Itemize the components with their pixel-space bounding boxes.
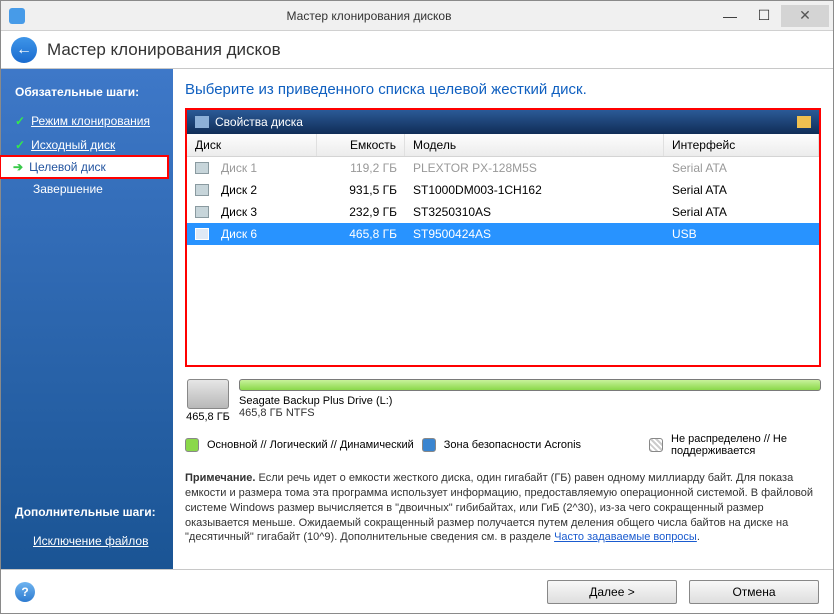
cell-disk: Диск 2 — [213, 181, 317, 199]
note-icon[interactable] — [797, 116, 811, 128]
cell-capacity: 465,8 ГБ — [317, 225, 405, 243]
window-title: Мастер клонирования дисков — [25, 9, 713, 23]
cell-model: ST9500424AS — [405, 225, 664, 243]
col-capacity[interactable]: Емкость — [317, 134, 405, 156]
cancel-button[interactable]: Отмена — [689, 580, 819, 604]
cell-interface: USB — [664, 225, 819, 243]
table-row-selected[interactable]: Диск 6 465,8 ГБ ST9500424AS USB — [187, 223, 819, 245]
header: ← Мастер клонирования дисков — [1, 31, 833, 69]
cell-capacity: 119,2 ГБ — [317, 159, 405, 177]
sidebar-item-label: Исходный диск — [31, 138, 115, 152]
cell-model: PLEXTOR PX-128M5S — [405, 159, 664, 177]
page-title: Мастер клонирования дисков — [47, 40, 281, 60]
back-button[interactable]: ← — [11, 37, 37, 63]
check-icon — [15, 138, 25, 152]
legend-primary-label: Основной // Логический // Динамический — [207, 439, 414, 451]
table-row[interactable]: Диск 1 119,2 ГБ PLEXTOR PX-128M5S Serial… — [187, 157, 819, 179]
cell-capacity: 232,9 ГБ — [317, 203, 405, 221]
legend-zone-icon — [422, 438, 436, 452]
legend-unalloc-label: Не распределено // Не поддерживается — [671, 433, 821, 457]
sidebar: Обязательные шаги: Режим клонирования Ис… — [1, 69, 173, 569]
next-button[interactable]: Далее > — [547, 580, 677, 604]
col-disk[interactable]: Диск — [187, 134, 317, 156]
close-button[interactable]: ✕ — [781, 5, 829, 27]
disk-icon — [195, 228, 209, 240]
legend: Основной // Логический // Динамический З… — [185, 433, 821, 465]
cell-interface: Serial ATA — [664, 203, 819, 221]
main: Выберите из приведенного списка целевой … — [173, 69, 833, 569]
disk-table: Диск Емкость Модель Интерфейс Диск 1 119… — [187, 134, 819, 365]
legend-primary-icon — [185, 438, 199, 452]
col-model[interactable]: Модель — [405, 134, 664, 156]
drive-summary-icon: 465,8 ГБ — [185, 379, 231, 423]
drive-details: 465,8 ГБ NTFS — [239, 407, 821, 419]
note-body: Если речь идет о емкости жесткого диска,… — [185, 472, 813, 543]
cell-disk: Диск 1 — [213, 159, 317, 177]
sidebar-mandatory-header: Обязательные шаги: — [1, 79, 173, 109]
panel-header: Свойства диска — [187, 110, 819, 134]
maximize-button[interactable]: ☐ — [747, 5, 781, 27]
table-row[interactable]: Диск 2 931,5 ГБ ST1000DM003-1CH162 Seria… — [187, 179, 819, 201]
sidebar-item-source-disk[interactable]: Исходный диск — [1, 133, 173, 157]
sidebar-item-finish[interactable]: Завершение — [1, 177, 173, 201]
legend-unalloc-icon — [649, 438, 663, 452]
cell-model: ST3250310AS — [405, 203, 664, 221]
note-tail: . — [697, 531, 700, 543]
drive-total: 465,8 ГБ — [186, 411, 230, 423]
cell-model: ST1000DM003-1CH162 — [405, 181, 664, 199]
footer: ? Далее > Отмена — [1, 569, 833, 613]
titlebar: Мастер клонирования дисков — ☐ ✕ — [1, 1, 833, 31]
sidebar-item-label: Исключение файлов — [33, 534, 148, 548]
sidebar-item-label: Целевой диск — [29, 160, 106, 174]
cell-capacity: 931,5 ГБ — [317, 181, 405, 199]
app-icon — [9, 8, 25, 24]
disk-icon — [195, 162, 209, 174]
faq-link[interactable]: Часто задаваемые вопросы — [554, 531, 697, 543]
drive-summary: 465,8 ГБ Seagate Backup Plus Drive (L:) … — [185, 379, 821, 423]
col-interface[interactable]: Интерфейс — [664, 134, 819, 156]
note: Примечание. Если речь идет о емкости жес… — [185, 471, 821, 553]
help-button[interactable]: ? — [15, 582, 35, 602]
main-title: Выберите из приведенного списка целевой … — [185, 77, 821, 108]
minimize-button[interactable]: — — [713, 5, 747, 27]
cell-interface: Serial ATA — [664, 181, 819, 199]
sidebar-item-target-disk[interactable]: Целевой диск — [0, 155, 169, 179]
disk-panel: Свойства диска Диск Емкость Модель Интер… — [185, 108, 821, 367]
panel-header-label: Свойства диска — [215, 115, 303, 129]
sidebar-item-exclude-files[interactable]: Исключение файлов — [1, 529, 173, 553]
sidebar-item-clone-mode[interactable]: Режим клонирования — [1, 109, 173, 133]
legend-zone-label: Зона безопасности Acronis — [444, 439, 581, 451]
disk-props-icon — [195, 116, 209, 128]
body: Обязательные шаги: Режим клонирования Ис… — [1, 69, 833, 569]
arrow-icon — [13, 160, 23, 174]
disk-icon — [195, 206, 209, 218]
drive-name: Seagate Backup Plus Drive (L:) — [239, 395, 821, 407]
partition-bar[interactable] — [239, 379, 821, 391]
check-icon — [15, 114, 25, 128]
table-header: Диск Емкость Модель Интерфейс — [187, 134, 819, 157]
cell-interface: Serial ATA — [664, 159, 819, 177]
sidebar-additional: Дополнительные шаги: Исключение файлов — [1, 499, 173, 569]
sidebar-additional-header: Дополнительные шаги: — [1, 499, 173, 529]
cell-disk: Диск 6 — [213, 225, 317, 243]
cell-disk: Диск 3 — [213, 203, 317, 221]
sidebar-item-label: Режим клонирования — [31, 114, 150, 128]
sidebar-item-label: Завершение — [33, 182, 103, 196]
note-bold: Примечание. — [185, 472, 255, 484]
table-row[interactable]: Диск 3 232,9 ГБ ST3250310AS Serial ATA — [187, 201, 819, 223]
disk-icon — [195, 184, 209, 196]
window: Мастер клонирования дисков — ☐ ✕ ← Масте… — [0, 0, 834, 614]
hdd-icon — [187, 379, 229, 409]
